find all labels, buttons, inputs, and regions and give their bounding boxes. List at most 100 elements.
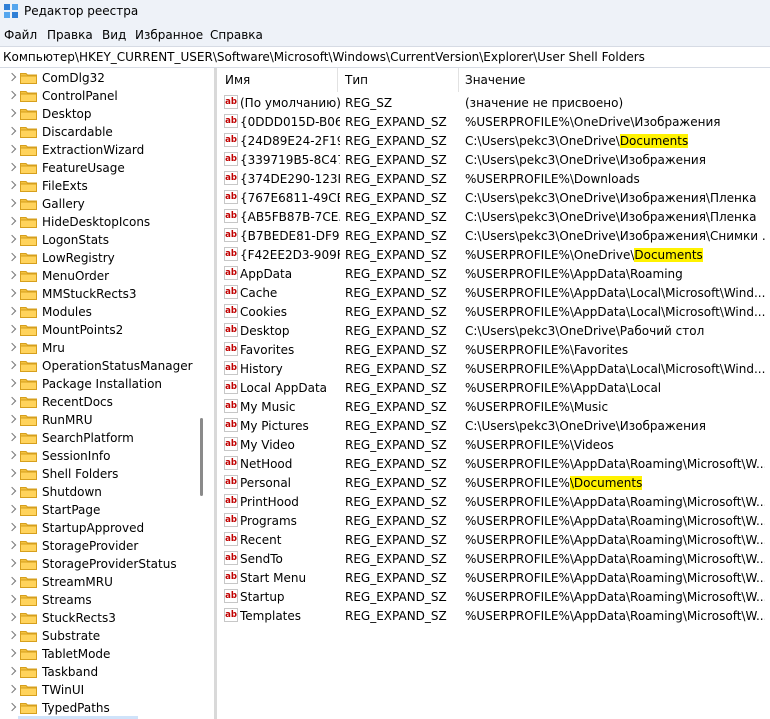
chevron-right-icon[interactable]: [7, 324, 17, 334]
column-type-header[interactable]: Тип: [345, 73, 368, 87]
column-divider[interactable]: [458, 68, 459, 92]
value-row[interactable]: ab Local AppData REG_EXPAND_SZ %USERPROFILE…: [217, 378, 770, 397]
tree-item[interactable]: Gallery: [0, 195, 197, 213]
chevron-right-icon[interactable]: [7, 90, 17, 100]
tree-item[interactable]: RecentDocs: [0, 393, 197, 411]
value-row[interactable]: ab Cache REG_EXPAND_SZ %USERPROFILE%\AppDat…: [217, 283, 770, 302]
tree-item[interactable]: StreamMRU: [0, 573, 197, 591]
value-row[interactable]: ab{339719B5-8C47... REG_EXPAND_SZ C:\Users…: [217, 150, 770, 169]
value-row[interactable]: ab{0DDD015D-B06... REG_EXPAND_SZ %USERPROF…: [217, 112, 770, 131]
value-row[interactable]: ab My Music REG_EXPAND_SZ %USERPROFILE%\Mus…: [217, 397, 770, 416]
tree-item[interactable]: Shell Folders: [0, 465, 197, 483]
tree-item[interactable]: MenuOrder: [0, 267, 197, 285]
tree-item[interactable]: Mru: [0, 339, 197, 357]
menu-view[interactable]: Вид: [102, 28, 126, 42]
chevron-right-icon[interactable]: [7, 558, 17, 568]
tree-item[interactable]: HideDesktopIcons: [0, 213, 197, 231]
value-row[interactable]: ab{F42EE2D3-909F... REG_EXPAND_SZ %USERPRO…: [217, 245, 770, 264]
chevron-right-icon[interactable]: [7, 234, 17, 244]
tree-item[interactable]: ComDlg32: [0, 69, 197, 87]
address-path[interactable]: Компьютер\HKEY_CURRENT_USER\Software\Mic…: [3, 50, 645, 64]
chevron-right-icon[interactable]: [7, 540, 17, 550]
value-row[interactable]: ab AppData REG_EXPAND_SZ %USERPROFILE%\AppD…: [217, 264, 770, 283]
column-divider[interactable]: [337, 68, 338, 92]
chevron-right-icon[interactable]: [7, 342, 17, 352]
tree-item[interactable]: Shutdown: [0, 483, 197, 501]
value-row[interactable]: ab My Pictures REG_EXPAND_SZ C:\Users\pekc3…: [217, 416, 770, 435]
menu-help[interactable]: Справка: [210, 28, 263, 42]
chevron-right-icon[interactable]: [7, 270, 17, 280]
value-row[interactable]: ab Personal REG_EXPAND_SZ %USERPROFILE%\Doc…: [217, 473, 770, 492]
tree-item[interactable]: SearchPlatform: [0, 429, 197, 447]
chevron-right-icon[interactable]: [7, 504, 17, 514]
chevron-right-icon[interactable]: [7, 378, 17, 388]
value-row[interactable]: ab PrintHood REG_EXPAND_SZ %USERPROFILE%\Ap…: [217, 492, 770, 511]
tree-item[interactable]: FileExts: [0, 177, 197, 195]
tree-item[interactable]: ControlPanel: [0, 87, 197, 105]
value-row[interactable]: ab{B7BEDE81-DF94... REG_EXPAND_SZ C:\Users…: [217, 226, 770, 245]
value-row[interactable]: ab Cookies REG_EXPAND_SZ %USERPROFILE%\AppD…: [217, 302, 770, 321]
value-row[interactable]: ab Templates REG_EXPAND_SZ %USERPROFILE%\Ap…: [217, 606, 770, 625]
chevron-right-icon[interactable]: [7, 630, 17, 640]
tree-item[interactable]: MMStuckRects3: [0, 285, 197, 303]
tree-item[interactable]: TWinUI: [0, 681, 197, 699]
address-bar[interactable]: Компьютер\HKEY_CURRENT_USER\Software\Mic…: [0, 46, 770, 68]
tree-item[interactable]: Package Installation: [0, 375, 197, 393]
column-value-header[interactable]: Значение: [465, 73, 525, 87]
tree-item[interactable]: SessionInfo: [0, 447, 197, 465]
menu-edit[interactable]: Правка: [47, 28, 93, 42]
tree-item[interactable]: Modules: [0, 303, 197, 321]
tree-item[interactable]: RunMRU: [0, 411, 197, 429]
chevron-right-icon[interactable]: [7, 288, 17, 298]
value-row[interactable]: ab Startup REG_EXPAND_SZ %USERPROFILE%\AppD…: [217, 587, 770, 606]
chevron-right-icon[interactable]: [7, 414, 17, 424]
value-row[interactable]: ab Favorites REG_EXPAND_SZ %USERPROFILE%\Fa…: [217, 340, 770, 359]
chevron-right-icon[interactable]: [7, 702, 17, 712]
chevron-right-icon[interactable]: [7, 108, 17, 118]
value-row[interactable]: ab Programs REG_EXPAND_SZ %USERPROFILE%\App…: [217, 511, 770, 530]
tree-item[interactable]: TabletMode: [0, 645, 197, 663]
tree-item[interactable]: Taskband: [0, 663, 197, 681]
chevron-right-icon[interactable]: [7, 450, 17, 460]
chevron-right-icon[interactable]: [7, 144, 17, 154]
value-row[interactable]: ab Desktop REG_EXPAND_SZ C:\Users\pekc3\One…: [217, 321, 770, 340]
chevron-right-icon[interactable]: [7, 594, 17, 604]
chevron-right-icon[interactable]: [7, 180, 17, 190]
chevron-right-icon[interactable]: [7, 306, 17, 316]
tree-item[interactable]: ExtractionWizard: [0, 141, 197, 159]
tree-item[interactable]: FeatureUsage: [0, 159, 197, 177]
value-row[interactable]: ab NetHood REG_EXPAND_SZ %USERPROFILE%\AppD…: [217, 454, 770, 473]
tree-item[interactable]: Streams: [0, 591, 197, 609]
tree-item[interactable]: StuckRects3: [0, 609, 197, 627]
chevron-right-icon[interactable]: [7, 360, 17, 370]
chevron-right-icon[interactable]: [7, 432, 17, 442]
tree-item[interactable]: Desktop: [0, 105, 197, 123]
tree-item[interactable]: MountPoints2: [0, 321, 197, 339]
chevron-right-icon[interactable]: [7, 612, 17, 622]
tree-item[interactable]: Substrate: [0, 627, 197, 645]
tree-scrollbar[interactable]: [200, 418, 203, 496]
tree-item[interactable]: OperationStatusManager: [0, 357, 197, 375]
chevron-right-icon[interactable]: [7, 198, 17, 208]
chevron-right-icon[interactable]: [7, 486, 17, 496]
value-row[interactable]: ab{374DE290-123F... REG_EXPAND_SZ %USERPRO…: [217, 169, 770, 188]
value-row[interactable]: ab History REG_EXPAND_SZ %USERPROFILE%\AppD…: [217, 359, 770, 378]
tree-item[interactable]: LogonStats: [0, 231, 197, 249]
chevron-right-icon[interactable]: [7, 162, 17, 172]
tree-item[interactable]: StartPage: [0, 501, 197, 519]
chevron-right-icon[interactable]: [7, 522, 17, 532]
menu-file[interactable]: Файл: [4, 28, 37, 42]
menu-favorites[interactable]: Избранное: [135, 28, 203, 42]
chevron-right-icon[interactable]: [7, 648, 17, 658]
value-row[interactable]: ab (По умолчанию) REG_SZ (значение не присв…: [217, 93, 770, 112]
value-row[interactable]: ab Start Menu REG_EXPAND_SZ %USERPROFILE%\A…: [217, 568, 770, 587]
tree-item[interactable]: LowRegistry: [0, 249, 197, 267]
chevron-right-icon[interactable]: [7, 576, 17, 586]
chevron-right-icon[interactable]: [7, 684, 17, 694]
value-row[interactable]: ab {AB5FB87B-7CE... REG_EXPAND_SZ C:\Users\…: [217, 207, 770, 226]
column-name-header[interactable]: Имя: [225, 73, 250, 87]
value-row[interactable]: ab{24D89E24-2F19... REG_EXPAND_SZ C:\Users…: [217, 131, 770, 150]
tree-item[interactable]: TypedPaths: [0, 699, 197, 717]
chevron-right-icon[interactable]: [7, 396, 17, 406]
value-row[interactable]: ab Recent REG_EXPAND_SZ %USERPROFILE%\AppDa…: [217, 530, 770, 549]
